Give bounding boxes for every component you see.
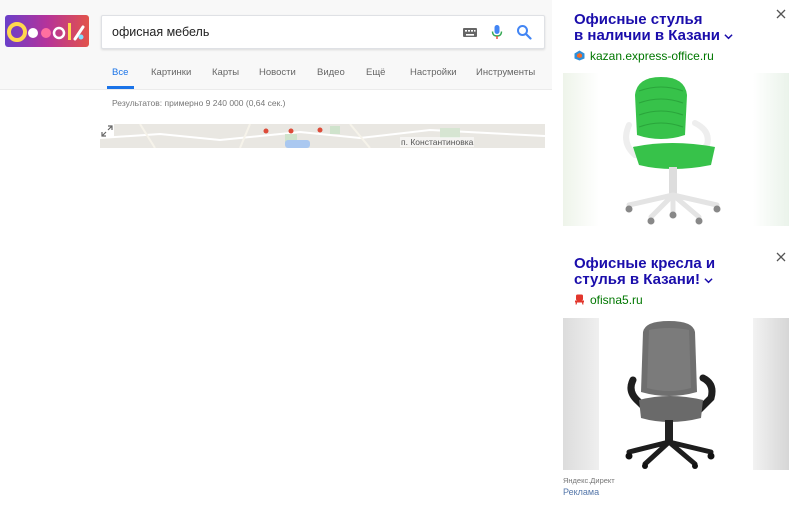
microphone-icon[interactable] bbox=[489, 24, 505, 40]
ad-domain-2[interactable]: ofisna5.ru bbox=[574, 293, 643, 307]
search-input[interactable] bbox=[112, 16, 442, 48]
ad-image-1-blur-right bbox=[753, 73, 789, 226]
ad-title-2[interactable]: Офисные кресла и стулья в Казани! bbox=[574, 256, 754, 288]
chevron-down-icon[interactable] bbox=[704, 276, 713, 285]
search-icon[interactable] bbox=[516, 24, 532, 40]
ad-title-2-line2-wrap: стулья в Казани! bbox=[574, 272, 754, 288]
google-doodle-logo[interactable] bbox=[5, 15, 89, 47]
search-header: Все Картинки Карты Новости Видео Ещё Нас… bbox=[0, 0, 552, 90]
map-preview[interactable]: п. Константиновка bbox=[100, 124, 545, 148]
chair-favicon-icon bbox=[575, 294, 584, 305]
express-office-favicon-icon bbox=[574, 50, 585, 61]
ad-image-2-blur-right bbox=[753, 318, 789, 470]
map-place-label: п. Константиновка bbox=[400, 137, 475, 147]
ad-title-2-line1: Офисные кресла и bbox=[574, 255, 716, 272]
close-icon[interactable] bbox=[776, 9, 786, 19]
yandex-direct-label[interactable]: Яндекс.Директ bbox=[563, 476, 615, 485]
tab-all[interactable]: Все bbox=[112, 67, 128, 78]
results-stats: Результатов: примерно 9 240 000 (0,64 се… bbox=[112, 98, 286, 108]
close-icon[interactable] bbox=[776, 252, 786, 262]
ad-domain-2-text: ofisna5.ru bbox=[590, 293, 643, 307]
map-pin-icon[interactable] bbox=[317, 127, 323, 133]
ad-image-1[interactable] bbox=[563, 73, 789, 226]
search-box[interactable] bbox=[101, 15, 545, 49]
tab-news[interactable]: Новости bbox=[259, 67, 296, 78]
grey-executive-chair-image bbox=[625, 321, 716, 469]
ad-title-1[interactable]: Офисные стулья в наличии в Казани bbox=[574, 12, 754, 44]
chevron-down-icon[interactable] bbox=[724, 32, 733, 41]
tab-tools[interactable]: Инструменты bbox=[476, 67, 535, 78]
ad-title-1-line1: Офисные стулья bbox=[574, 11, 703, 28]
ad-domain-1-text: kazan.express-office.ru bbox=[590, 49, 714, 63]
ad-title-1-line2-wrap: в наличии в Казани bbox=[574, 28, 754, 44]
tab-images[interactable]: Картинки bbox=[151, 67, 191, 78]
active-tab-indicator bbox=[107, 86, 134, 89]
advertising-link[interactable]: Реклама bbox=[563, 487, 599, 497]
expand-map-icon[interactable] bbox=[100, 124, 114, 138]
ad-image-2[interactable] bbox=[563, 318, 789, 470]
tab-more[interactable]: Ещё bbox=[366, 67, 385, 78]
map-pin-icon[interactable] bbox=[263, 128, 269, 134]
map-pin-icon[interactable] bbox=[288, 128, 294, 134]
ad-title-2-line2: стулья в Казани! bbox=[574, 271, 701, 288]
ad-image-2-blur-left bbox=[563, 318, 599, 470]
tab-settings[interactable]: Настройки bbox=[410, 67, 457, 78]
green-office-chair-image bbox=[623, 77, 721, 225]
search-tabs: Все Картинки Карты Новости Видео Ещё Нас… bbox=[100, 59, 552, 89]
ad-title-1-line2: в наличии в Казани bbox=[574, 27, 720, 44]
tab-maps[interactable]: Карты bbox=[212, 67, 239, 78]
tab-video[interactable]: Видео bbox=[317, 67, 345, 78]
keyboard-icon[interactable] bbox=[462, 24, 478, 40]
ad-image-1-blur-left bbox=[563, 73, 599, 226]
ad-domain-1[interactable]: kazan.express-office.ru bbox=[574, 49, 714, 63]
